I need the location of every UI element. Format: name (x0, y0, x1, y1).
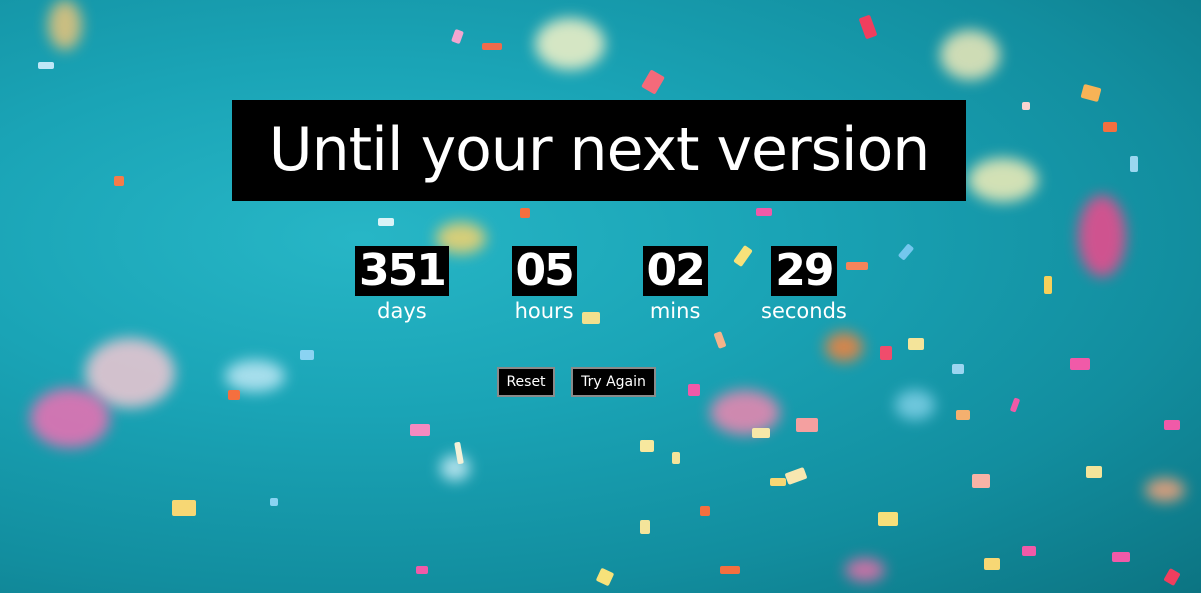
confetti-piece (1022, 546, 1036, 556)
bokeh-dot (1078, 195, 1126, 277)
confetti-piece (770, 478, 786, 486)
confetti-piece (1080, 83, 1102, 103)
confetti-piece (672, 452, 680, 464)
confetti-piece (640, 520, 650, 534)
bokeh-dot (30, 388, 110, 448)
days-value: 351 (355, 246, 449, 296)
hours-label: hours (514, 299, 574, 323)
reset-button[interactable]: Reset (497, 367, 555, 397)
confetti-piece (733, 244, 753, 268)
confetti-piece (858, 14, 878, 40)
confetti-piece (1163, 567, 1181, 587)
confetti-piece (984, 558, 1000, 570)
countdown-days: 351 days (355, 246, 449, 324)
page-title: Until your next version (232, 100, 966, 201)
bokeh-dot (440, 455, 470, 481)
bokeh-dot (225, 360, 285, 392)
confetti-piece (1130, 156, 1138, 172)
confetti-piece (908, 338, 924, 350)
confetti-piece (641, 69, 665, 95)
confetti-piece (270, 498, 278, 506)
bokeh-dot (968, 158, 1038, 202)
confetti-piece (520, 208, 530, 218)
confetti-piece (640, 440, 654, 452)
seconds-label: seconds (761, 299, 847, 323)
confetti-piece (38, 62, 54, 69)
days-label: days (377, 299, 427, 323)
confetti-piece (416, 566, 428, 574)
confetti-piece (378, 218, 394, 226)
confetti-piece (1070, 358, 1090, 370)
confetti-piece (1103, 122, 1117, 132)
confetti-piece (713, 331, 727, 349)
confetti-piece (720, 566, 740, 574)
bokeh-dot (535, 18, 605, 70)
confetti-piece (410, 424, 430, 436)
bokeh-dot (825, 332, 863, 362)
confetti-piece (700, 506, 710, 516)
bokeh-dot (845, 558, 885, 582)
confetti-piece (972, 474, 990, 488)
confetti-piece (1022, 102, 1030, 110)
countdown-seconds: 29 seconds (761, 246, 847, 324)
mins-value: 02 (642, 246, 708, 296)
confetti-piece (595, 567, 615, 587)
countdown-hours: 05 hours (511, 246, 577, 324)
confetti-piece (300, 350, 314, 360)
confetti-piece (582, 312, 600, 324)
confetti-piece (1009, 397, 1021, 413)
confetti-piece (880, 346, 892, 360)
bokeh-dot (1145, 478, 1185, 502)
confetti-piece (688, 384, 700, 396)
seconds-value: 29 (771, 246, 837, 296)
confetti-piece (796, 418, 818, 432)
confetti-piece (114, 176, 124, 186)
confetti-piece (952, 364, 964, 374)
confetti-piece (897, 243, 915, 261)
confetti-piece (878, 512, 898, 526)
confetti-piece (228, 390, 240, 400)
hours-value: 05 (511, 246, 577, 296)
bokeh-dot (940, 30, 1000, 80)
confetti-piece (482, 43, 502, 50)
confetti-piece (1112, 552, 1130, 562)
confetti-piece (956, 410, 970, 420)
bokeh-dot (895, 390, 935, 420)
confetti-piece (451, 28, 464, 45)
confetti-piece (1086, 466, 1102, 478)
confetti-piece (752, 428, 770, 438)
try-again-button[interactable]: Try Again (571, 367, 656, 397)
countdown-mins: 02 mins (642, 246, 708, 324)
confetti-background (0, 0, 1201, 593)
confetti-piece (172, 500, 196, 516)
confetti-piece (846, 262, 868, 270)
confetti-piece (756, 208, 772, 216)
confetti-piece (1164, 420, 1180, 430)
confetti-piece (1044, 276, 1052, 294)
confetti-piece (784, 466, 808, 486)
mins-label: mins (649, 299, 701, 323)
bokeh-dot (48, 0, 82, 50)
